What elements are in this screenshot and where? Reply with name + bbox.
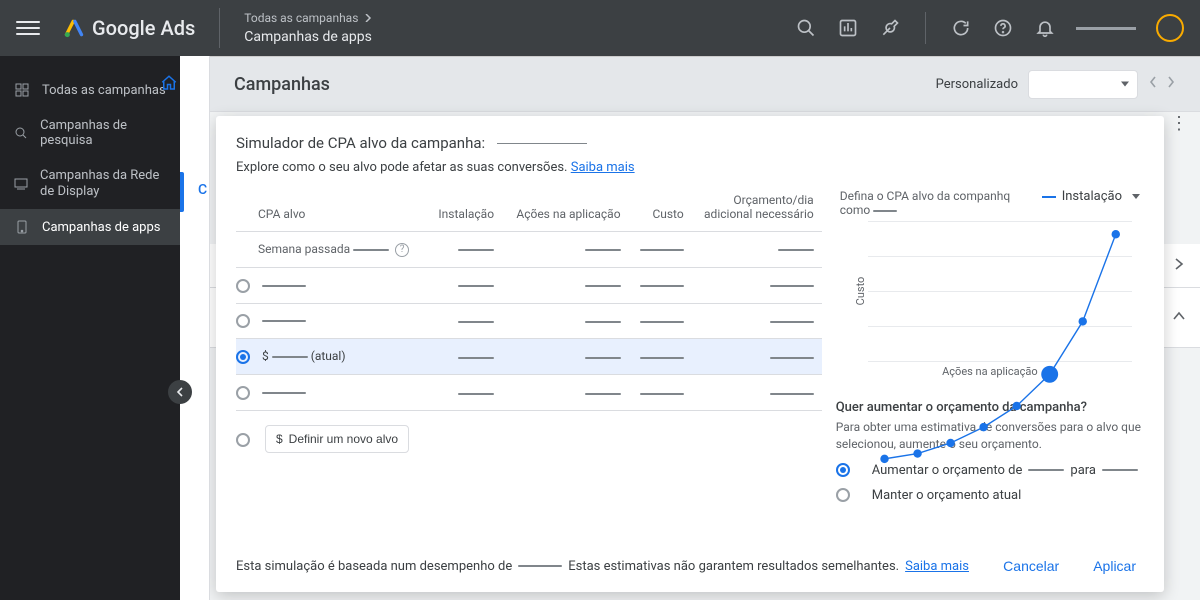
help-icon[interactable]: ? xyxy=(395,243,409,257)
radio-option[interactable] xyxy=(236,433,250,447)
main-content: Campanhas Personalizado ⋮ Simulador de C… xyxy=(210,56,1200,600)
sidebar-item-label: Todas as campanhas xyxy=(42,83,166,98)
table-row-current[interactable]: $ (atual) xyxy=(236,339,822,375)
chart-instruction: Defina o CPA alvo da companhq como xyxy=(840,189,1010,217)
chevron-right-icon[interactable] xyxy=(1172,256,1186,275)
col-cpa: CPA alvo xyxy=(236,185,427,232)
y-axis-label: Custo xyxy=(854,277,867,306)
help-icon[interactable] xyxy=(992,17,1014,39)
tools-icon[interactable] xyxy=(879,17,901,39)
cpa-simulator-dialog: Simulador de CPA alvo da campanha: Explo… xyxy=(216,116,1164,592)
radio-option[interactable] xyxy=(836,488,850,502)
avatar[interactable] xyxy=(1156,14,1184,42)
grid-icon xyxy=(14,82,30,98)
legend-label: Instalação xyxy=(1062,189,1122,204)
legend-swatch xyxy=(1042,196,1056,198)
table-row[interactable] xyxy=(236,303,822,339)
col-budget: Orçamento/dia adicional necessário xyxy=(692,185,822,232)
new-target-row: $ Definir um novo alvo xyxy=(236,411,822,464)
sidebar-item-all-campaigns[interactable]: Todas as campanhas xyxy=(0,72,180,108)
radio-option[interactable] xyxy=(836,463,850,477)
account-name xyxy=(1076,27,1136,30)
chevron-up-icon[interactable] xyxy=(1172,308,1186,327)
sidebar-item-label: Campanhas da Rede de Display xyxy=(40,168,166,199)
cancel-button[interactable]: Cancelar xyxy=(995,552,1067,580)
sidebar-item-apps[interactable]: Campanhas de apps xyxy=(0,209,180,245)
last-week-row: Semana passada ? xyxy=(236,232,822,268)
chart-card: Defina o CPA alvo da companhq como Insta… xyxy=(836,185,1144,386)
product-name: Google Ads xyxy=(92,16,195,40)
new-target-label: Definir um novo alvo xyxy=(289,432,398,446)
table-row[interactable] xyxy=(236,267,822,303)
last-week-label: Semana passada xyxy=(258,242,350,256)
footer-post: Estas estimativas não garantem resultado… xyxy=(568,559,899,574)
footer-pre: Esta simulação é baseada num desempenho … xyxy=(236,559,512,574)
display-icon xyxy=(14,176,28,192)
product-logo[interactable]: Google Ads xyxy=(64,16,195,40)
dialog-subtitle: Explore como o seu alvo pode afetar as s… xyxy=(236,160,567,175)
chevron-right-icon xyxy=(364,14,372,22)
next-period-button[interactable] xyxy=(1166,75,1176,93)
col-install: Instalação xyxy=(427,185,502,232)
radio-option[interactable] xyxy=(236,279,250,293)
sidebar-item-label: Campanhas de pesquisa xyxy=(40,118,166,148)
learn-more-link[interactable]: Saiba mais xyxy=(571,160,635,175)
simulator-table: CPA alvo Instalação Ações na aplicação C… xyxy=(236,185,822,463)
breadcrumb-bottom: Campanhas de apps xyxy=(244,27,372,48)
primary-sidebar: Todas as campanhas Campanhas de pesquisa… xyxy=(0,56,180,600)
page-toolbar: Campanhas Personalizado xyxy=(210,56,1200,112)
current-label: (atual) xyxy=(311,349,346,363)
page-title: Campanhas xyxy=(234,74,330,95)
sidebar-item-display[interactable]: Campanhas da Rede de Display xyxy=(0,158,180,209)
date-pager xyxy=(1148,75,1176,93)
app-header: Google Ads Todas as campanhas Campanhas … xyxy=(0,0,1200,56)
col-cost: Custo xyxy=(629,185,692,232)
active-indicator xyxy=(180,172,184,212)
radio-option[interactable] xyxy=(236,350,250,364)
table-row[interactable] xyxy=(236,375,822,411)
prev-period-button[interactable] xyxy=(1148,75,1158,93)
currency-symbol: $ xyxy=(262,349,269,363)
search-icon[interactable] xyxy=(795,17,817,39)
notifications-icon[interactable] xyxy=(1034,17,1056,39)
menu-icon[interactable] xyxy=(16,21,40,35)
refresh-icon[interactable] xyxy=(950,17,972,39)
header-tools xyxy=(795,12,1184,44)
title-redaction xyxy=(497,143,587,144)
search-campaign-icon xyxy=(14,125,28,141)
radio-option[interactable] xyxy=(236,314,250,328)
collapsed-letter: C xyxy=(198,182,207,198)
home-icon[interactable] xyxy=(160,74,203,96)
reports-icon[interactable] xyxy=(837,17,859,39)
footer-learn-more-link[interactable]: Saiba mais xyxy=(905,559,969,574)
collapse-rail-button[interactable] xyxy=(168,380,192,404)
date-range-select[interactable] xyxy=(1028,70,1138,99)
apply-button[interactable]: Aplicar xyxy=(1085,552,1144,580)
currency-symbol: $ xyxy=(276,432,283,446)
chevron-down-icon xyxy=(1128,189,1140,204)
sidebar-item-label: Campanhas de apps xyxy=(42,220,160,235)
date-range-label: Personalizado xyxy=(936,77,1018,92)
radio-option[interactable] xyxy=(236,386,250,400)
app-icon xyxy=(14,219,30,235)
breadcrumb-top: Todas as campanhas xyxy=(244,9,358,27)
budget-option-keep[interactable]: Manter o orçamento atual xyxy=(836,488,1144,503)
col-inapp: Ações na aplicação xyxy=(502,185,629,232)
opt-keep-label: Manter o orçamento atual xyxy=(872,488,1022,503)
chart-series-select[interactable]: Instalação xyxy=(1042,189,1140,204)
sidebar-item-search[interactable]: Campanhas de pesquisa xyxy=(0,108,180,158)
dialog-title: Simulador de CPA alvo da campanha: xyxy=(236,134,485,152)
overflow-menu-icon[interactable]: ⋮ xyxy=(1170,113,1190,134)
breadcrumb[interactable]: Todas as campanhas Campanhas de apps xyxy=(244,9,372,48)
chart-plot: Custo xyxy=(868,221,1132,361)
secondary-nav-rail: C xyxy=(180,56,210,600)
divider xyxy=(219,8,220,48)
ads-logo-icon xyxy=(64,18,84,38)
define-new-target-button[interactable]: $ Definir um novo alvo xyxy=(265,425,409,453)
